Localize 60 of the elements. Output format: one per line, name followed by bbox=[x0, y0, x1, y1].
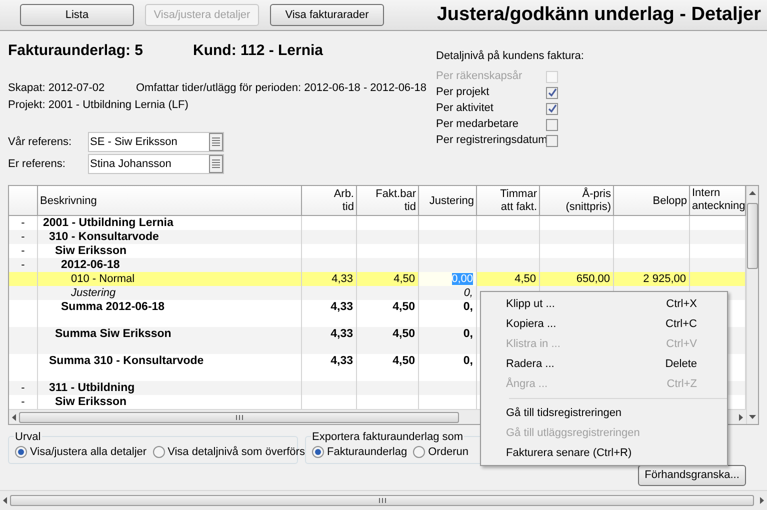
radio-option[interactable]: Orderun bbox=[413, 444, 468, 460]
group-title: Exportera fakturaunderlag som bbox=[311, 429, 464, 446]
field-label: Er referens: bbox=[8, 156, 66, 172]
period-text: Omfattar tider/utlägg för perioden: 2012-06-18 - 2012-06-18 bbox=[136, 81, 426, 96]
down-arrow-icon[interactable] bbox=[749, 415, 756, 419]
created-text: Skapat: 2012-07-02 bbox=[8, 81, 106, 96]
radio-button[interactable] bbox=[312, 446, 324, 458]
customer-heading: Kund: 112 - Lernia bbox=[193, 41, 324, 60]
toolbar-button[interactable]: Lista bbox=[20, 4, 134, 26]
input-field[interactable]: SE - Siw Eriksson bbox=[88, 132, 224, 152]
option-label: Per projekt bbox=[436, 85, 490, 100]
preview-button[interactable]: Förhandsgranska... bbox=[638, 465, 746, 486]
column-header[interactable]: Timmar att fakt. bbox=[477, 186, 540, 215]
scroll-thumb[interactable] bbox=[747, 203, 758, 269]
option-label: Per registreringsdatum bbox=[436, 133, 546, 148]
section-title: Detaljnivå på kundens faktura: bbox=[436, 49, 584, 64]
menu-item[interactable]: Fakturera senare (Ctrl+R) bbox=[481, 443, 727, 463]
page-title: Justera/godkänn underlag - Detaljer bbox=[436, 2, 762, 27]
toolbar-button[interactable]: Visa fakturarader bbox=[270, 4, 384, 26]
radio-option[interactable]: Visa/justera alla detaljer bbox=[15, 444, 147, 460]
column-header[interactable]: Belopp bbox=[614, 186, 690, 215]
column-header[interactable]: Justering bbox=[419, 186, 477, 215]
cell-value: 0,00 bbox=[452, 273, 473, 285]
option-label: Per räkenskapsår bbox=[436, 69, 524, 84]
input-field[interactable]: Stina Johansson bbox=[88, 154, 224, 174]
radio-button[interactable] bbox=[15, 446, 27, 458]
menu-item[interactable]: Radera ... Delete bbox=[481, 354, 727, 374]
option-label: Per medarbetare bbox=[436, 117, 520, 132]
table-row[interactable]: 010 - Normal 4,33 4,50 0,00 4,50 650,00 2 925,00 bbox=[9, 272, 746, 286]
horizontal-scrollbar[interactable] bbox=[0, 490, 767, 510]
column-header[interactable]: Beskrivning bbox=[38, 186, 302, 215]
grip-icon bbox=[236, 414, 242, 420]
checkbox[interactable] bbox=[546, 118, 558, 130]
invoice-heading: Fakturaunderlag: 5 bbox=[8, 41, 144, 60]
column-header[interactable]: Fakt.bar tid bbox=[357, 186, 419, 215]
radio-button[interactable] bbox=[152, 446, 165, 458]
radio-option[interactable]: Fakturaunderlag bbox=[312, 444, 408, 460]
column-header[interactable]: Arb. tid bbox=[302, 186, 357, 215]
project-text: Projekt: 2001 - Utbildning Lernia (LF) bbox=[8, 98, 190, 113]
list-icon[interactable] bbox=[209, 155, 223, 173]
up-arrow-icon[interactable] bbox=[749, 191, 756, 195]
radio-option[interactable]: Visa detaljnivå som överförs bbox=[152, 444, 305, 460]
left-arrow-icon[interactable] bbox=[12, 414, 16, 420]
checkbox[interactable] bbox=[546, 102, 558, 114]
column-header[interactable]: Å-pris (snittpris) bbox=[540, 186, 614, 215]
vertical-scrollbar[interactable] bbox=[746, 186, 758, 424]
left-arrow-icon[interactable] bbox=[3, 497, 7, 504]
right-arrow-icon[interactable] bbox=[739, 414, 743, 420]
list-icon[interactable] bbox=[209, 133, 223, 151]
checkbox[interactable] bbox=[546, 86, 558, 98]
field-label: Vår referens: bbox=[8, 134, 73, 150]
right-arrow-icon[interactable] bbox=[760, 497, 764, 504]
radio-button[interactable] bbox=[413, 446, 426, 458]
table-row[interactable]: - 310 - Konsultarvode bbox=[9, 230, 746, 244]
grip-icon bbox=[378, 498, 386, 503]
checkbox[interactable] bbox=[546, 134, 558, 146]
scroll-thumb[interactable] bbox=[19, 412, 459, 422]
option-label: Per aktivitet bbox=[436, 101, 494, 116]
scroll-thumb[interactable] bbox=[10, 495, 754, 506]
table-row[interactable]: - 2012-06-18 bbox=[9, 258, 746, 272]
